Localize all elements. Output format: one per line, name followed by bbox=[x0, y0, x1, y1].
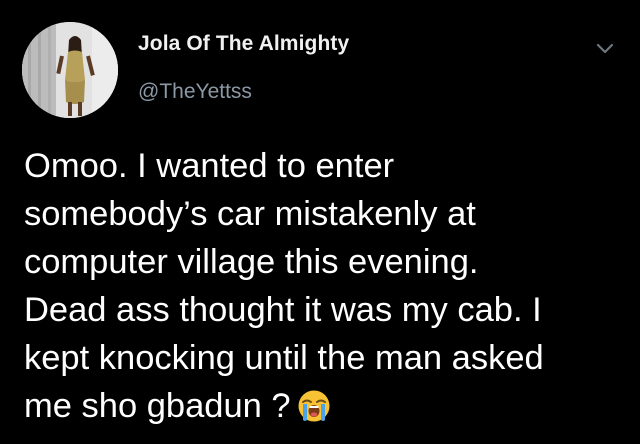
display-name[interactable]: Jola Of The Almighty bbox=[138, 32, 349, 56]
tweet-line: Omoo. I wanted to enter bbox=[24, 147, 395, 185]
user-handle[interactable]: @TheYettss bbox=[138, 80, 252, 104]
tweet-text: Omoo. I wanted to enter somebody’s car m… bbox=[24, 142, 624, 430]
tweet-line: Dead ass thought it was my cab. I bbox=[24, 291, 542, 329]
tweet-card: Jola Of The Almighty @TheYettss Omoo. I … bbox=[0, 0, 640, 444]
tweet-line: me sho gbadun ? bbox=[24, 387, 291, 425]
tweet-line: computer village this evening. bbox=[24, 243, 479, 281]
tweet-line: kept knocking until the man asked bbox=[24, 339, 544, 377]
loudly-crying-face-icon bbox=[297, 389, 331, 423]
profile-photo-icon bbox=[22, 22, 118, 118]
tweet-line-last: me sho gbadun ? bbox=[24, 382, 624, 430]
chevron-down-icon[interactable] bbox=[594, 38, 616, 60]
tweet-line: somebody’s car mistakenly at bbox=[24, 195, 476, 233]
avatar[interactable] bbox=[22, 22, 118, 118]
